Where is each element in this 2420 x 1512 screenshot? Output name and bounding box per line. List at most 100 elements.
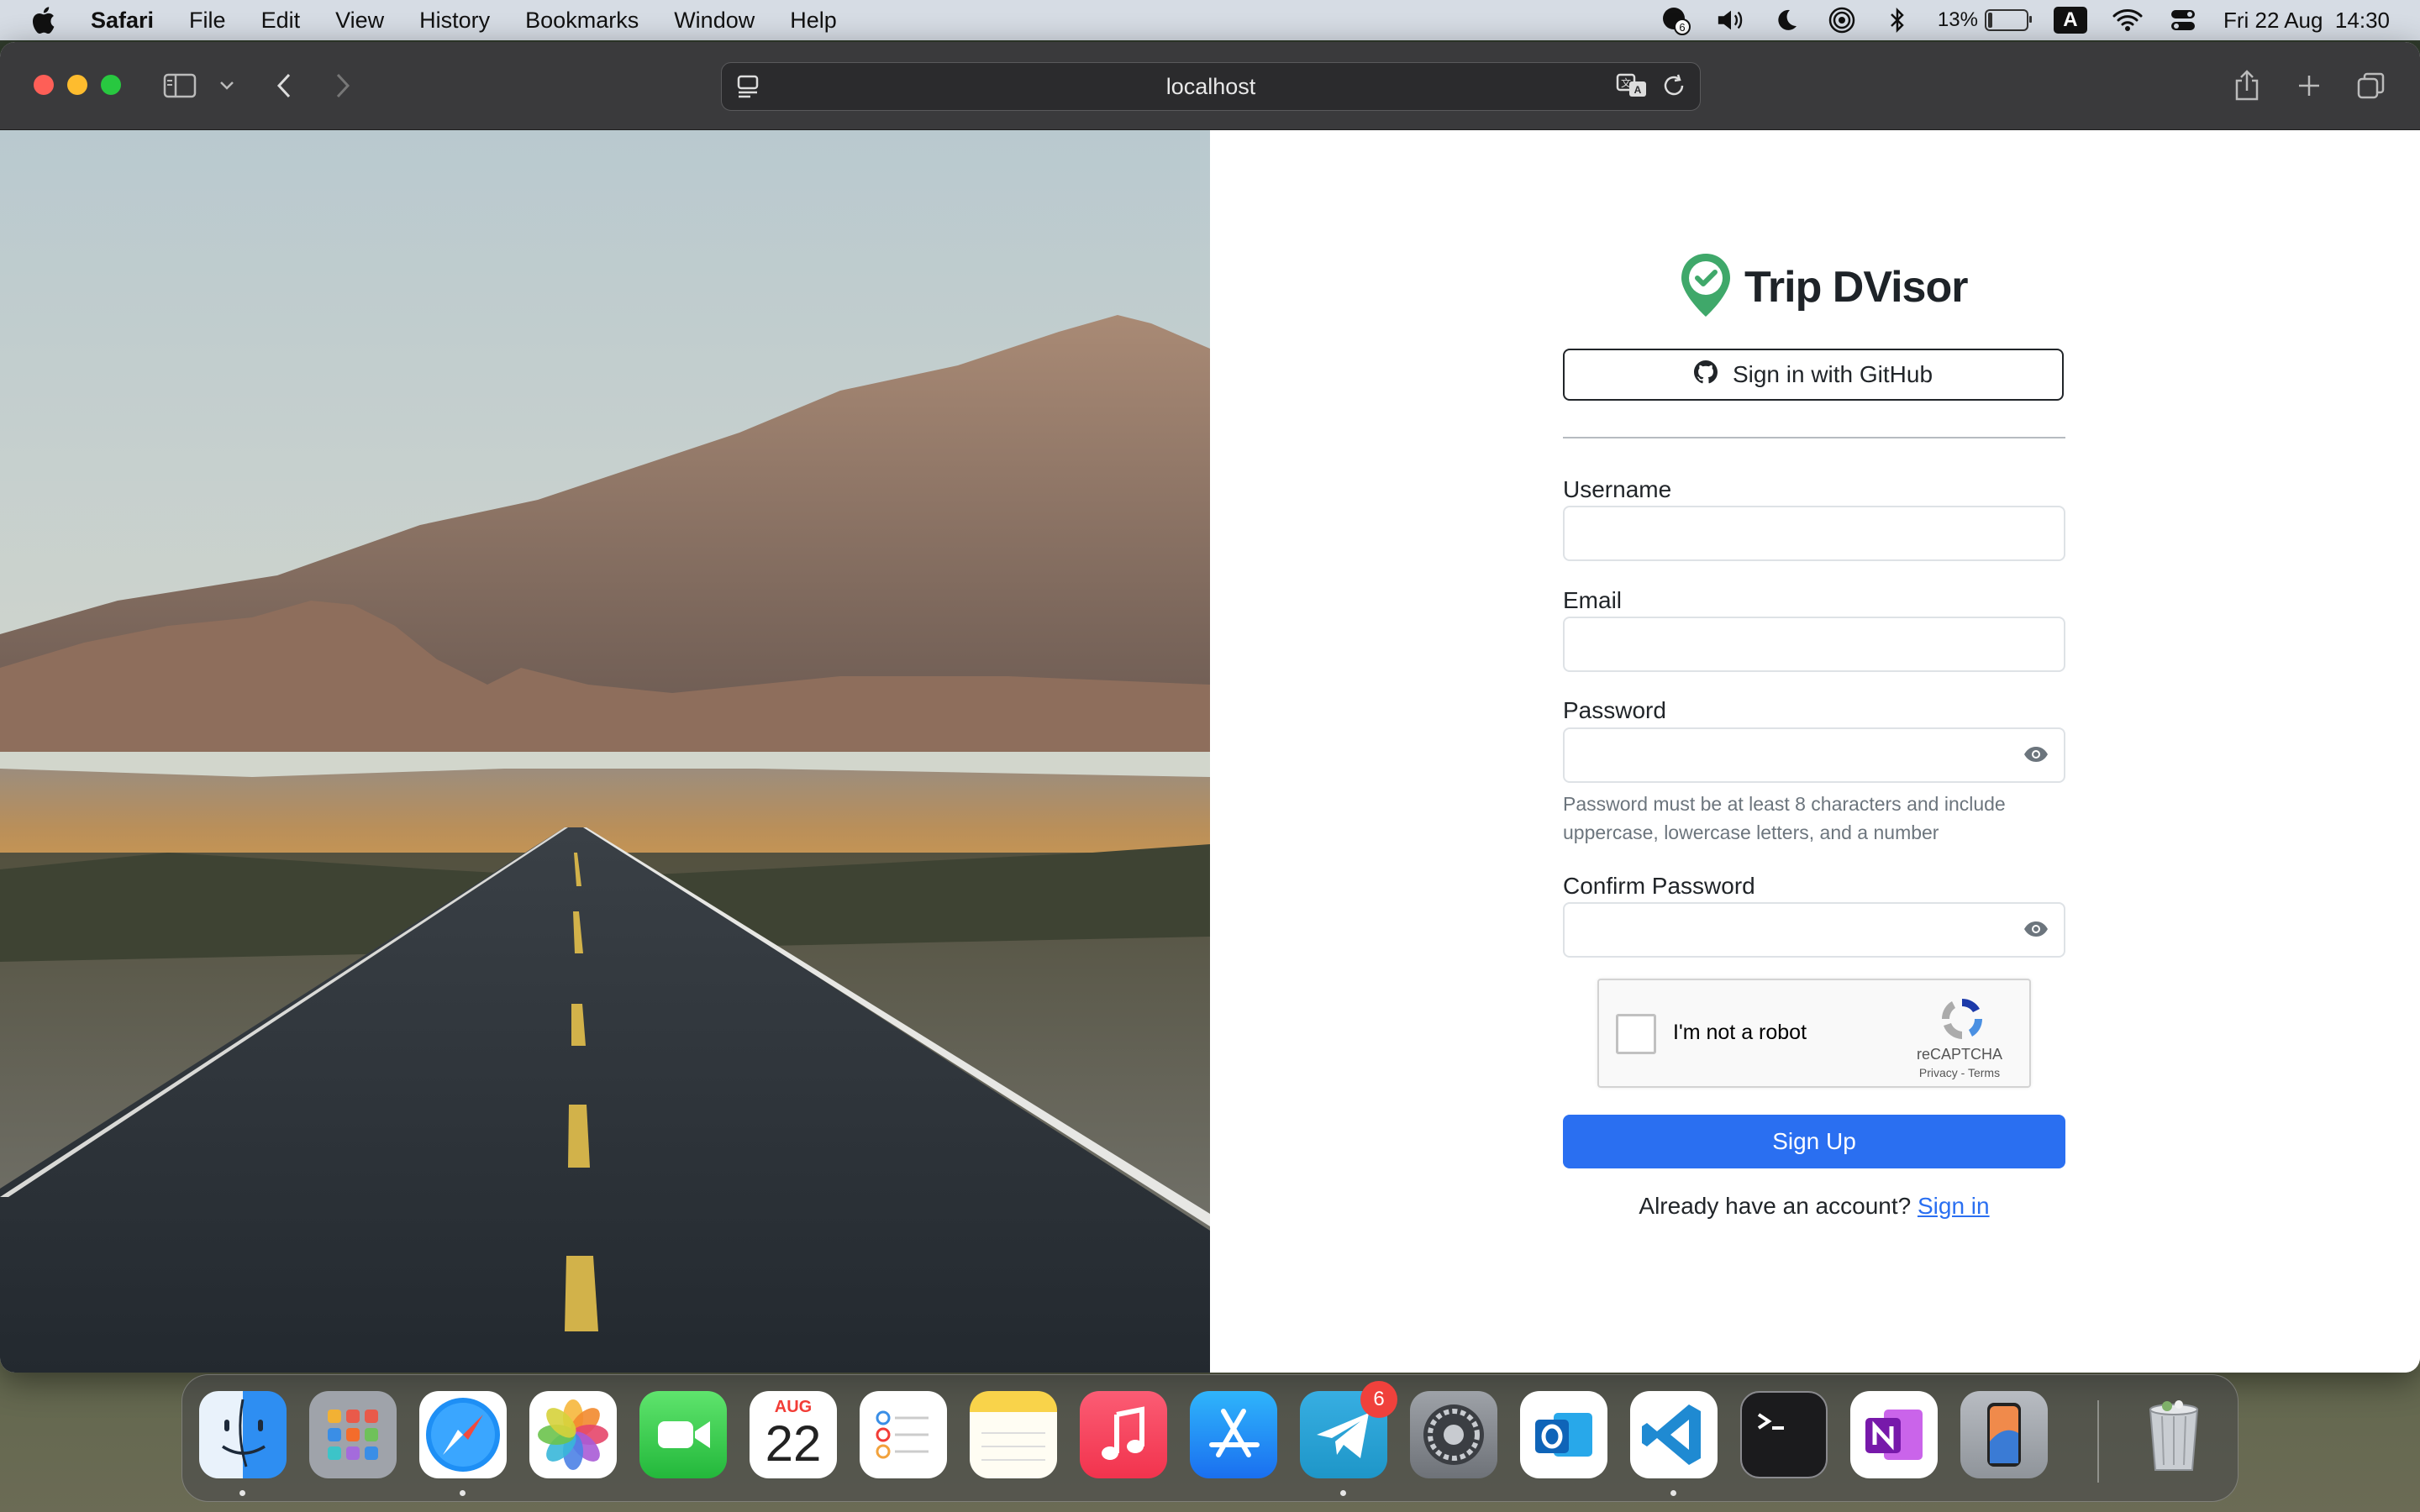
reminders-icon[interactable]	[860, 1391, 947, 1478]
trash-icon[interactable]	[2130, 1391, 2217, 1478]
menubar-clock[interactable]: Fri 22 Aug 14:30	[2223, 8, 2390, 34]
iphone-mirroring-icon[interactable]	[1960, 1391, 2048, 1478]
eye-icon[interactable]	[2022, 740, 2050, 769]
notification-app-icon[interactable]: 6	[1660, 5, 1691, 35]
focus-moon-icon[interactable]	[1771, 5, 1802, 35]
username-input[interactable]	[1563, 506, 2065, 561]
settings-icon[interactable]	[1410, 1391, 1497, 1478]
password-hint-line-2: uppercase, lowercase letters, and a numb…	[1563, 822, 1939, 843]
signin-prompt-text: Already have an account?	[1639, 1193, 1912, 1219]
desert-road-photo	[0, 130, 1210, 1373]
chevron-down-icon[interactable]	[208, 67, 245, 104]
safari-icon[interactable]	[419, 1391, 507, 1478]
calendar-month: AUG	[774, 1398, 813, 1416]
forward-arrow-icon[interactable]	[324, 67, 361, 104]
minimize-window-button[interactable]	[67, 75, 87, 95]
back-arrow-icon[interactable]	[266, 67, 302, 104]
confirm-password-label: Confirm Password	[1563, 873, 1755, 899]
sidebar-toggle-icon[interactable]	[161, 67, 198, 104]
menu-help[interactable]: Help	[790, 8, 837, 34]
brand-name: Trip DVisor	[1744, 263, 1968, 312]
terminal-icon[interactable]	[1740, 1391, 1828, 1478]
zoom-window-button[interactable]	[101, 75, 121, 95]
battery-indicator[interactable]: 13%	[1937, 8, 2032, 32]
brand-logo: Trip DVisor	[1679, 252, 1968, 323]
eye-icon[interactable]	[2022, 915, 2050, 943]
menu-file[interactable]: File	[189, 8, 226, 34]
address-bar[interactable]: localhost 文A	[721, 62, 1701, 111]
github-icon	[1693, 360, 1718, 390]
apple-menu-icon[interactable]	[30, 6, 59, 34]
menu-bookmarks[interactable]: Bookmarks	[525, 8, 639, 34]
calendar-day: 22	[765, 1415, 822, 1472]
photos-icon[interactable]	[529, 1391, 617, 1478]
finder-icon[interactable]	[199, 1391, 287, 1478]
telegram-icon[interactable]: 6	[1300, 1381, 1397, 1478]
email-input[interactable]	[1563, 617, 2065, 672]
confirm-password-input[interactable]	[1563, 902, 2065, 958]
outlook-icon[interactable]	[1520, 1391, 1607, 1478]
menu-bar: Safari File Edit View History Bookmarks …	[0, 0, 2420, 40]
share-icon[interactable]	[2228, 67, 2265, 104]
signin-link[interactable]: Sign in	[1918, 1193, 1990, 1219]
app-name-menu[interactable]: Safari	[91, 8, 154, 34]
recaptcha-widget: I'm not a robot reCAPTCHA Privacy - Term…	[1597, 979, 2031, 1088]
bluetooth-icon[interactable]	[1882, 5, 1912, 35]
github-signin-button[interactable]: Sign in with GitHub	[1563, 349, 2064, 401]
battery-icon	[1984, 9, 2032, 31]
facetime-icon[interactable]	[639, 1391, 727, 1478]
recaptcha-privacy-terms-link[interactable]: Privacy - Terms	[1897, 1066, 2023, 1079]
map-pin-check-icon	[1679, 252, 1733, 323]
telegram-badge: 6	[1360, 1381, 1397, 1418]
username-label: Username	[1563, 476, 1672, 502]
reload-icon[interactable]	[1660, 71, 1688, 106]
menu-window[interactable]: Window	[674, 8, 755, 34]
form-divider	[1563, 437, 2065, 438]
vscode-icon[interactable]	[1630, 1391, 1718, 1478]
battery-percent: 13%	[1937, 8, 1978, 31]
dock-separator	[2097, 1400, 2099, 1483]
recaptcha-label: I'm not a robot	[1673, 1021, 1807, 1044]
menu-history[interactable]: History	[419, 8, 490, 34]
github-button-label: Sign in with GitHub	[1732, 361, 1933, 387]
tab-overview-icon[interactable]	[2353, 67, 2390, 104]
recaptcha-checkbox[interactable]	[1616, 1014, 1656, 1054]
running-indicator	[460, 1490, 466, 1496]
menu-edit[interactable]: Edit	[261, 8, 301, 34]
input-source-indicator[interactable]: A	[2053, 7, 2087, 34]
svg-text:A: A	[1634, 84, 1642, 96]
onenote-icon[interactable]	[1850, 1391, 1938, 1478]
sign-up-button[interactable]: Sign Up	[1563, 1115, 2065, 1168]
running-indicator	[1340, 1490, 1346, 1496]
page-menu-icon[interactable]	[734, 71, 762, 106]
safari-window: localhost 文A	[0, 42, 2420, 1373]
dock: AUG 22 6	[182, 1374, 2238, 1502]
translate-icon[interactable]: 文A	[1616, 71, 1648, 106]
volume-icon[interactable]	[1716, 5, 1746, 35]
new-tab-icon[interactable]	[2291, 67, 2328, 104]
password-label: Password	[1563, 697, 1666, 723]
app-store-icon[interactable]	[1190, 1391, 1277, 1478]
running-indicator	[1670, 1490, 1676, 1496]
browser-toolbar: localhost 文A	[0, 42, 2420, 130]
notification-badge-count: 6	[1679, 21, 1685, 34]
menu-view[interactable]: View	[335, 8, 384, 34]
close-window-button[interactable]	[34, 75, 54, 95]
recaptcha-logo-icon	[1937, 994, 1987, 1044]
airdrop-icon[interactable]	[1827, 5, 1857, 35]
signin-prompt: Already have an account? Sign in	[1563, 1193, 2065, 1220]
launchpad-icon[interactable]	[309, 1391, 397, 1478]
music-icon[interactable]	[1080, 1391, 1167, 1478]
recaptcha-brand: reCAPTCHA	[1916, 1046, 2002, 1063]
running-indicator	[239, 1490, 245, 1496]
status-area: 6 13% A Fri 22 Aug 14:30	[1660, 0, 2390, 40]
calendar-icon[interactable]: AUG 22	[750, 1391, 837, 1478]
notes-icon[interactable]	[970, 1391, 1057, 1478]
wifi-icon[interactable]	[2112, 5, 2143, 35]
password-hint-line-1: Password must be at least 8 characters a…	[1563, 793, 2006, 815]
password-hint: Password must be at least 8 characters a…	[1563, 790, 2067, 847]
password-input[interactable]	[1563, 727, 2065, 783]
email-label: Email	[1563, 587, 1623, 613]
control-center-icon[interactable]	[2168, 5, 2198, 35]
window-controls	[34, 75, 121, 95]
